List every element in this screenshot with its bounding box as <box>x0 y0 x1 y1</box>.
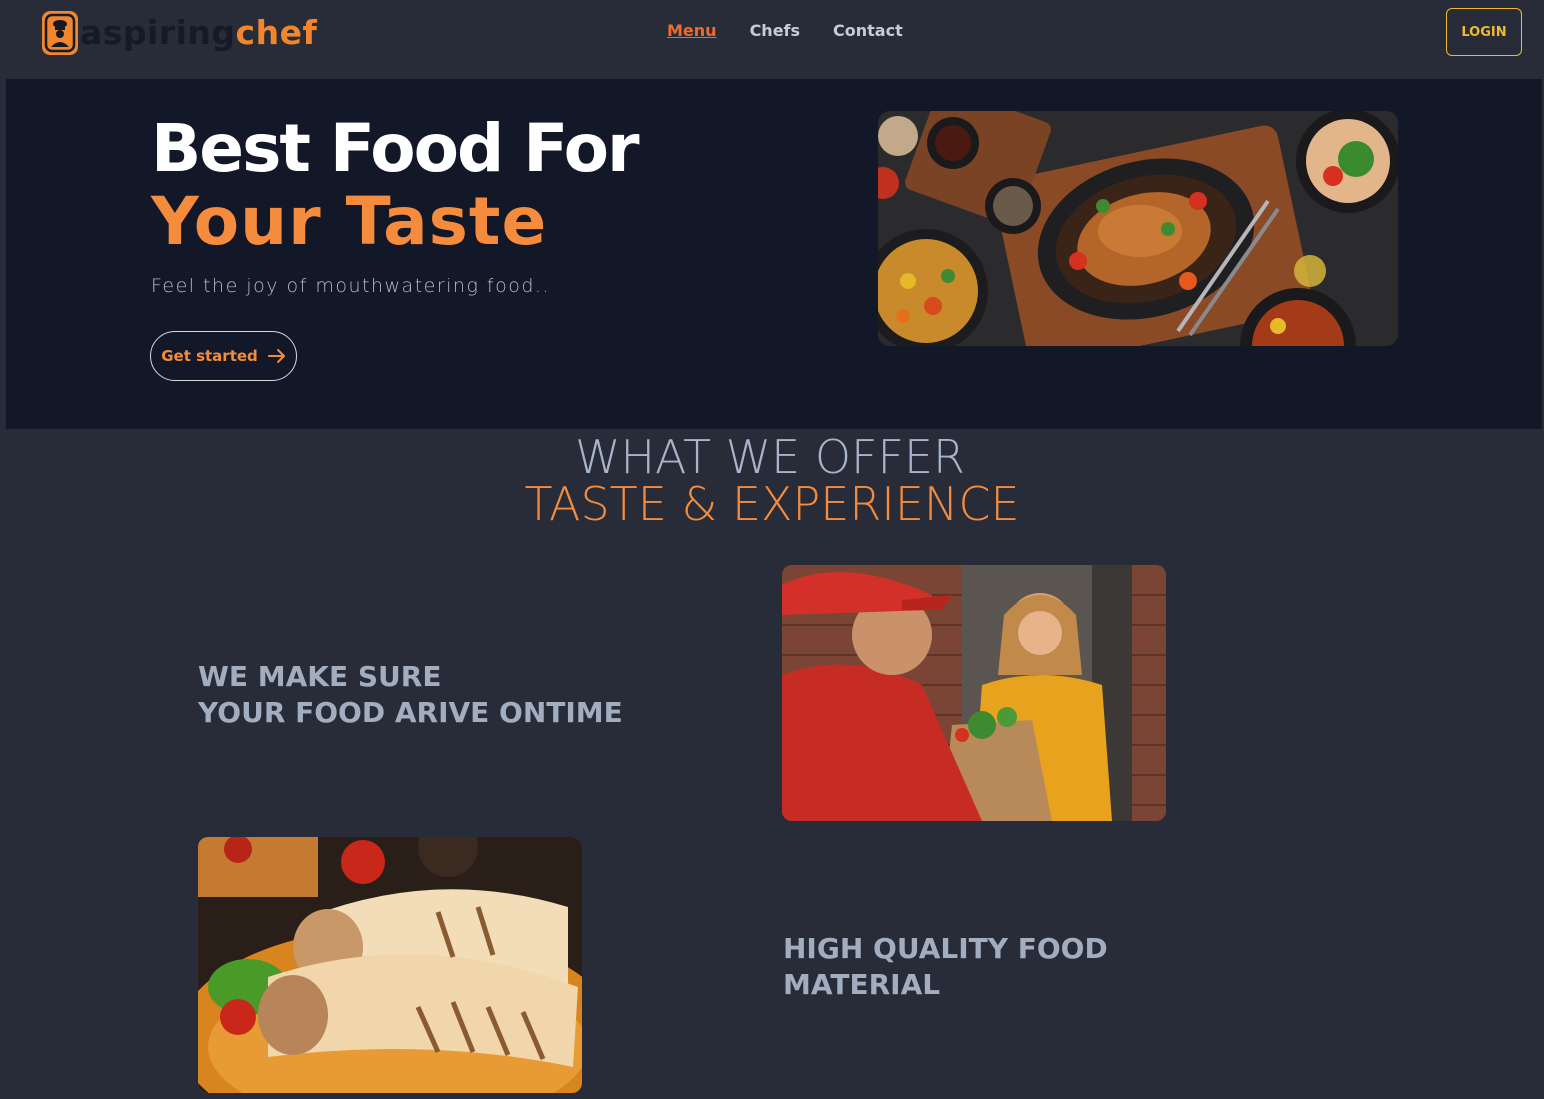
feature-ontime-delivery: WE MAKE SURE YOUR FOOD ARIVE ONTIME <box>198 659 623 731</box>
nav-link-menu[interactable]: Menu <box>667 21 717 40</box>
feature-line: WE MAKE SURE <box>198 660 442 693</box>
feature-line: YOUR FOOD ARIVE ONTIME <box>198 696 623 729</box>
main-nav: Menu Chefs Contact <box>667 21 903 40</box>
nav-link-contact[interactable]: Contact <box>833 21 903 40</box>
top-navbar: aspiringchef Menu Chefs Contact LOGIN <box>0 0 1544 79</box>
chef-logo-icon <box>42 11 78 55</box>
get-started-button[interactable]: Get started <box>150 331 297 381</box>
login-button[interactable]: LOGIN <box>1446 8 1522 56</box>
hero-food-image <box>878 111 1398 346</box>
feature-line: HIGH QUALITY FOOD <box>783 932 1108 965</box>
feature-line: MATERIAL <box>783 968 941 1001</box>
hero-title-line2: Your Taste <box>151 183 548 260</box>
brand-logo[interactable]: aspiringchef <box>42 11 317 55</box>
hero-subtitle: Feel the joy of mouthwatering food.. <box>151 275 550 297</box>
offer-heading: WHAT WE OFFER <box>574 430 965 484</box>
brand-name: aspiringchef <box>80 13 318 52</box>
wrap-food-photo <box>198 837 582 1093</box>
feature-quality-material: HIGH QUALITY FOOD MATERIAL <box>783 931 1108 1003</box>
delivery-photo <box>782 565 1166 821</box>
get-started-label: Get started <box>161 347 258 365</box>
hero-title-line1: Best Food For <box>151 110 639 187</box>
hero-section: Best Food For Your Taste Feel the joy of… <box>6 79 1542 429</box>
offer-subheading: TASTE & EXPERIENCE <box>524 477 1020 531</box>
arrow-right-icon <box>267 349 285 363</box>
nav-link-chefs[interactable]: Chefs <box>750 21 800 40</box>
